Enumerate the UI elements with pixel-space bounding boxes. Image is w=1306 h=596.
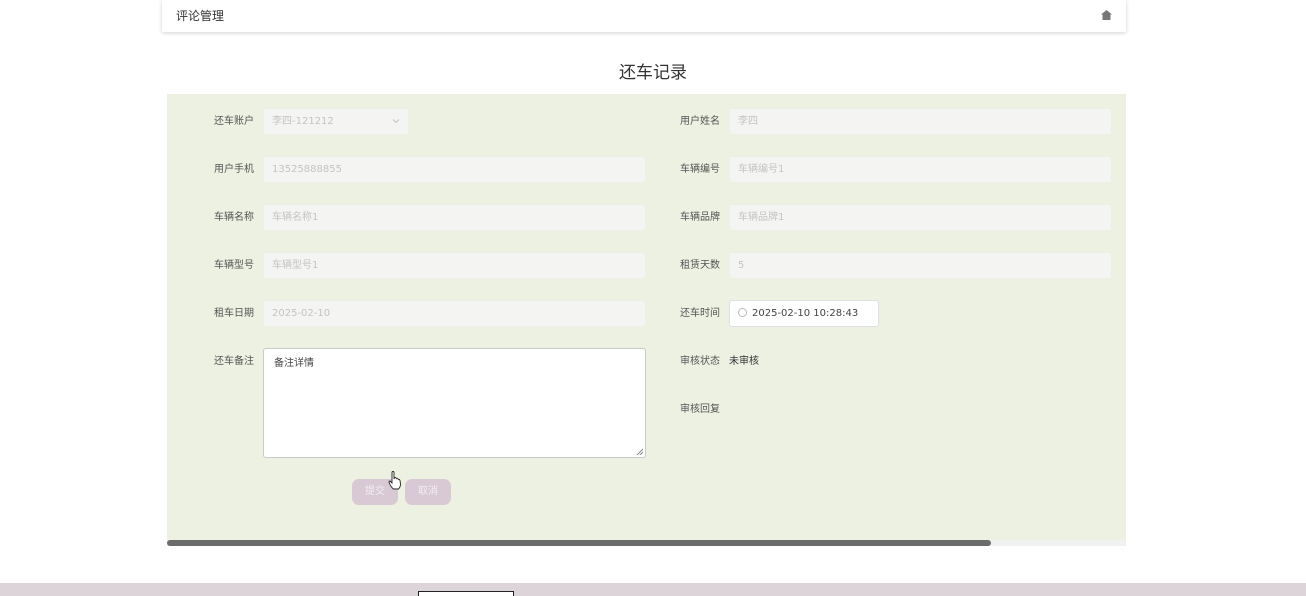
clock-icon bbox=[738, 308, 747, 317]
car-name-label: 车辆名称 bbox=[214, 212, 254, 223]
cancel-button[interactable]: 取消 bbox=[405, 479, 451, 505]
return-note-label: 还车备注 bbox=[214, 356, 254, 367]
user-name-field[interactable]: 李四 bbox=[729, 108, 1112, 135]
car-name-field[interactable]: 车辆名称1 bbox=[263, 204, 646, 231]
user-phone-label: 用户手机 bbox=[214, 164, 254, 175]
review-reply-label: 审核回复 bbox=[680, 404, 720, 415]
return-account-select[interactable]: 李四-121212 bbox=[263, 108, 409, 135]
return-note-textarea[interactable]: 备注详情 bbox=[263, 348, 646, 458]
return-account-value: 李四-121212 bbox=[272, 116, 334, 127]
return-time-picker[interactable]: 2025-02-10 10:28:43 bbox=[729, 300, 879, 327]
user-name-label: 用户姓名 bbox=[680, 116, 720, 127]
car-model-field[interactable]: 车辆型号1 bbox=[263, 252, 646, 279]
car-model-label: 车辆型号 bbox=[214, 260, 254, 271]
hand-cursor-icon bbox=[388, 471, 401, 490]
car-brand-label: 车辆品牌 bbox=[680, 212, 720, 223]
chevron-down-icon bbox=[392, 119, 400, 124]
review-status-label: 审核状态 bbox=[680, 356, 720, 367]
return-time-value: 2025-02-10 10:28:43 bbox=[752, 308, 859, 319]
top-breadcrumb-bar: 评论管理 bbox=[162, 0, 1126, 32]
car-number-label: 车辆编号 bbox=[680, 164, 720, 175]
rent-date-label: 租车日期 bbox=[214, 308, 254, 319]
return-account-label: 还车账户 bbox=[214, 116, 254, 127]
rent-days-field[interactable]: 5 bbox=[729, 252, 1112, 279]
return-note-value: 备注详情 bbox=[274, 358, 314, 369]
car-brand-field[interactable]: 车辆品牌1 bbox=[729, 204, 1112, 231]
return-time-label: 还车时间 bbox=[680, 308, 720, 319]
home-icon[interactable] bbox=[1101, 10, 1112, 20]
footer-logo bbox=[418, 591, 514, 596]
car-number-field[interactable]: 车辆编号1 bbox=[729, 156, 1112, 183]
rent-days-label: 租赁天数 bbox=[680, 260, 720, 271]
breadcrumb-title[interactable]: 评论管理 bbox=[176, 7, 224, 24]
page-title: 还车记录 bbox=[619, 63, 687, 83]
resize-grip-icon[interactable] bbox=[636, 448, 643, 455]
rent-date-field[interactable]: 2025-02-10 bbox=[263, 300, 646, 327]
horizontal-scrollbar-thumb[interactable] bbox=[167, 540, 991, 546]
footer bbox=[0, 583, 1306, 596]
user-phone-field[interactable]: 13525888855 bbox=[263, 156, 646, 183]
review-status-value: 未审核 bbox=[729, 356, 759, 367]
